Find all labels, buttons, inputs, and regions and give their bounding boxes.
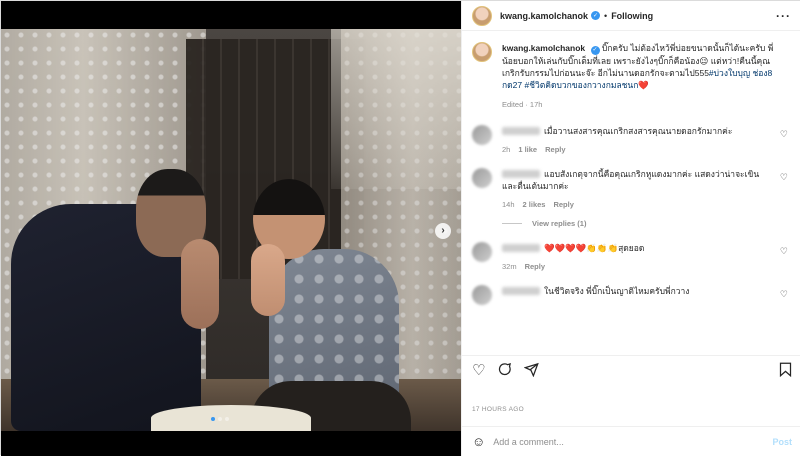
- caption-text: kwang.kamolchanok ✓ บิ๊กครับ ไม่ต้องไหว้…: [502, 42, 780, 111]
- following-button[interactable]: Following: [611, 11, 653, 21]
- comment-text: ❤️❤️❤️❤️👏👏👏สุดยอด: [544, 242, 645, 253]
- comment-likes[interactable]: 2 likes: [523, 200, 546, 209]
- commenter-avatar[interactable]: [472, 167, 492, 188]
- comment-like-heart-icon[interactable]: ♡: [780, 129, 788, 140]
- commenter-username[interactable]: [502, 170, 540, 179]
- comment-item: ในชีวิตจริง พี่บิ๊กเป็นญาติไหมครับพี่กวา…: [472, 284, 792, 305]
- comment-like-heart-icon[interactable]: ♡: [780, 246, 788, 257]
- commenter-username[interactable]: [502, 127, 540, 136]
- comment-icon[interactable]: [497, 362, 512, 380]
- carousel-dot: [225, 417, 229, 421]
- carousel-dots: [211, 417, 229, 421]
- comment-time[interactable]: 14h: [502, 200, 515, 209]
- author-avatar[interactable]: [472, 5, 492, 26]
- commenter-username[interactable]: [502, 287, 540, 296]
- comment-time[interactable]: 2h: [502, 145, 510, 154]
- header-separator: •: [604, 10, 608, 21]
- commenter-avatar[interactable]: [472, 284, 492, 305]
- post-timestamp[interactable]: 17 HOURS AGO: [472, 406, 524, 413]
- more-options-icon[interactable]: ···: [776, 9, 791, 23]
- post-side-panel: kwang.kamolchanok ✓ • Following ··· kwan…: [461, 1, 800, 456]
- man-praying-hands: [181, 239, 219, 329]
- woman-praying-hands: [251, 244, 285, 316]
- reply-button[interactable]: Reply: [545, 145, 565, 154]
- post-header: kwang.kamolchanok ✓ • Following ···: [462, 1, 800, 31]
- comments-list[interactable]: kwang.kamolchanok ✓ บิ๊กครับ ไม่ต้องไหว้…: [462, 32, 800, 352]
- author-username[interactable]: kwang.kamolchanok: [500, 11, 588, 21]
- caption-verified-icon: ✓: [590, 45, 600, 55]
- photo-scene: [1, 29, 461, 431]
- comment-like-heart-icon[interactable]: ♡: [780, 172, 788, 183]
- caption-username[interactable]: kwang.kamolchanok: [502, 43, 585, 53]
- comment-item: เมื่อวานสงสารคุณเกริกสงสารคุณนายดอกรักมา…: [472, 124, 792, 154]
- comment-input[interactable]: [493, 436, 773, 447]
- comment-item: ❤️❤️❤️❤️👏👏👏สุดยอด 32m Reply ♡: [472, 241, 792, 271]
- comment-likes[interactable]: 1 like: [518, 145, 537, 154]
- commenter-avatar[interactable]: [472, 124, 492, 145]
- commenter-username[interactable]: [502, 244, 540, 253]
- view-replies-button[interactable]: View replies (1): [502, 219, 792, 228]
- bookmark-icon[interactable]: [779, 362, 792, 380]
- comment-text: แอบสังเกตุจากนี้คือคุณเกริกหูแดงมากค่ะ แ…: [502, 168, 760, 191]
- action-bar: ♡: [462, 355, 800, 385]
- share-icon[interactable]: [523, 362, 540, 380]
- post-photo[interactable]: ›: [1, 1, 461, 456]
- carousel-dot: [211, 417, 215, 421]
- comment-item: แอบสังเกตุจากนี้คือคุณเกริกหูแดงมากค่ะ แ…: [472, 167, 792, 209]
- caption: kwang.kamolchanok ✓ บิ๊กครับ ไม่ต้องไหว้…: [472, 42, 792, 111]
- floor-cloth: [151, 405, 311, 431]
- verified-badge-icon: ✓: [591, 11, 601, 20]
- caption-author-avatar[interactable]: [472, 42, 492, 62]
- comment-time[interactable]: 32m: [502, 262, 517, 271]
- reply-button[interactable]: Reply: [525, 262, 545, 271]
- comment-like-heart-icon[interactable]: ♡: [780, 289, 788, 300]
- heart-icon[interactable]: ♡: [472, 363, 485, 378]
- commenter-avatar[interactable]: [472, 241, 492, 262]
- post-comment-button[interactable]: Post: [772, 437, 792, 447]
- carousel-next-icon[interactable]: ›: [435, 223, 451, 239]
- add-comment-bar: ☺ Post: [462, 426, 800, 456]
- reply-button[interactable]: Reply: [553, 200, 573, 209]
- post-modal: › kwang.kamolchanok ✓ • Following ··· kw…: [0, 0, 800, 456]
- caption-meta: Edited · 17h: [502, 99, 543, 109]
- carousel-dot: [218, 417, 222, 421]
- sheer-drape: [331, 29, 461, 189]
- emoji-icon[interactable]: ☺: [472, 434, 485, 449]
- comment-text: ในชีวิตจริง พี่บิ๊กเป็นญาติไหมครับพี่กวา…: [544, 285, 690, 296]
- comment-text: เมื่อวานสงสารคุณเกริกสงสารคุณนายดอกรักมา…: [544, 125, 733, 136]
